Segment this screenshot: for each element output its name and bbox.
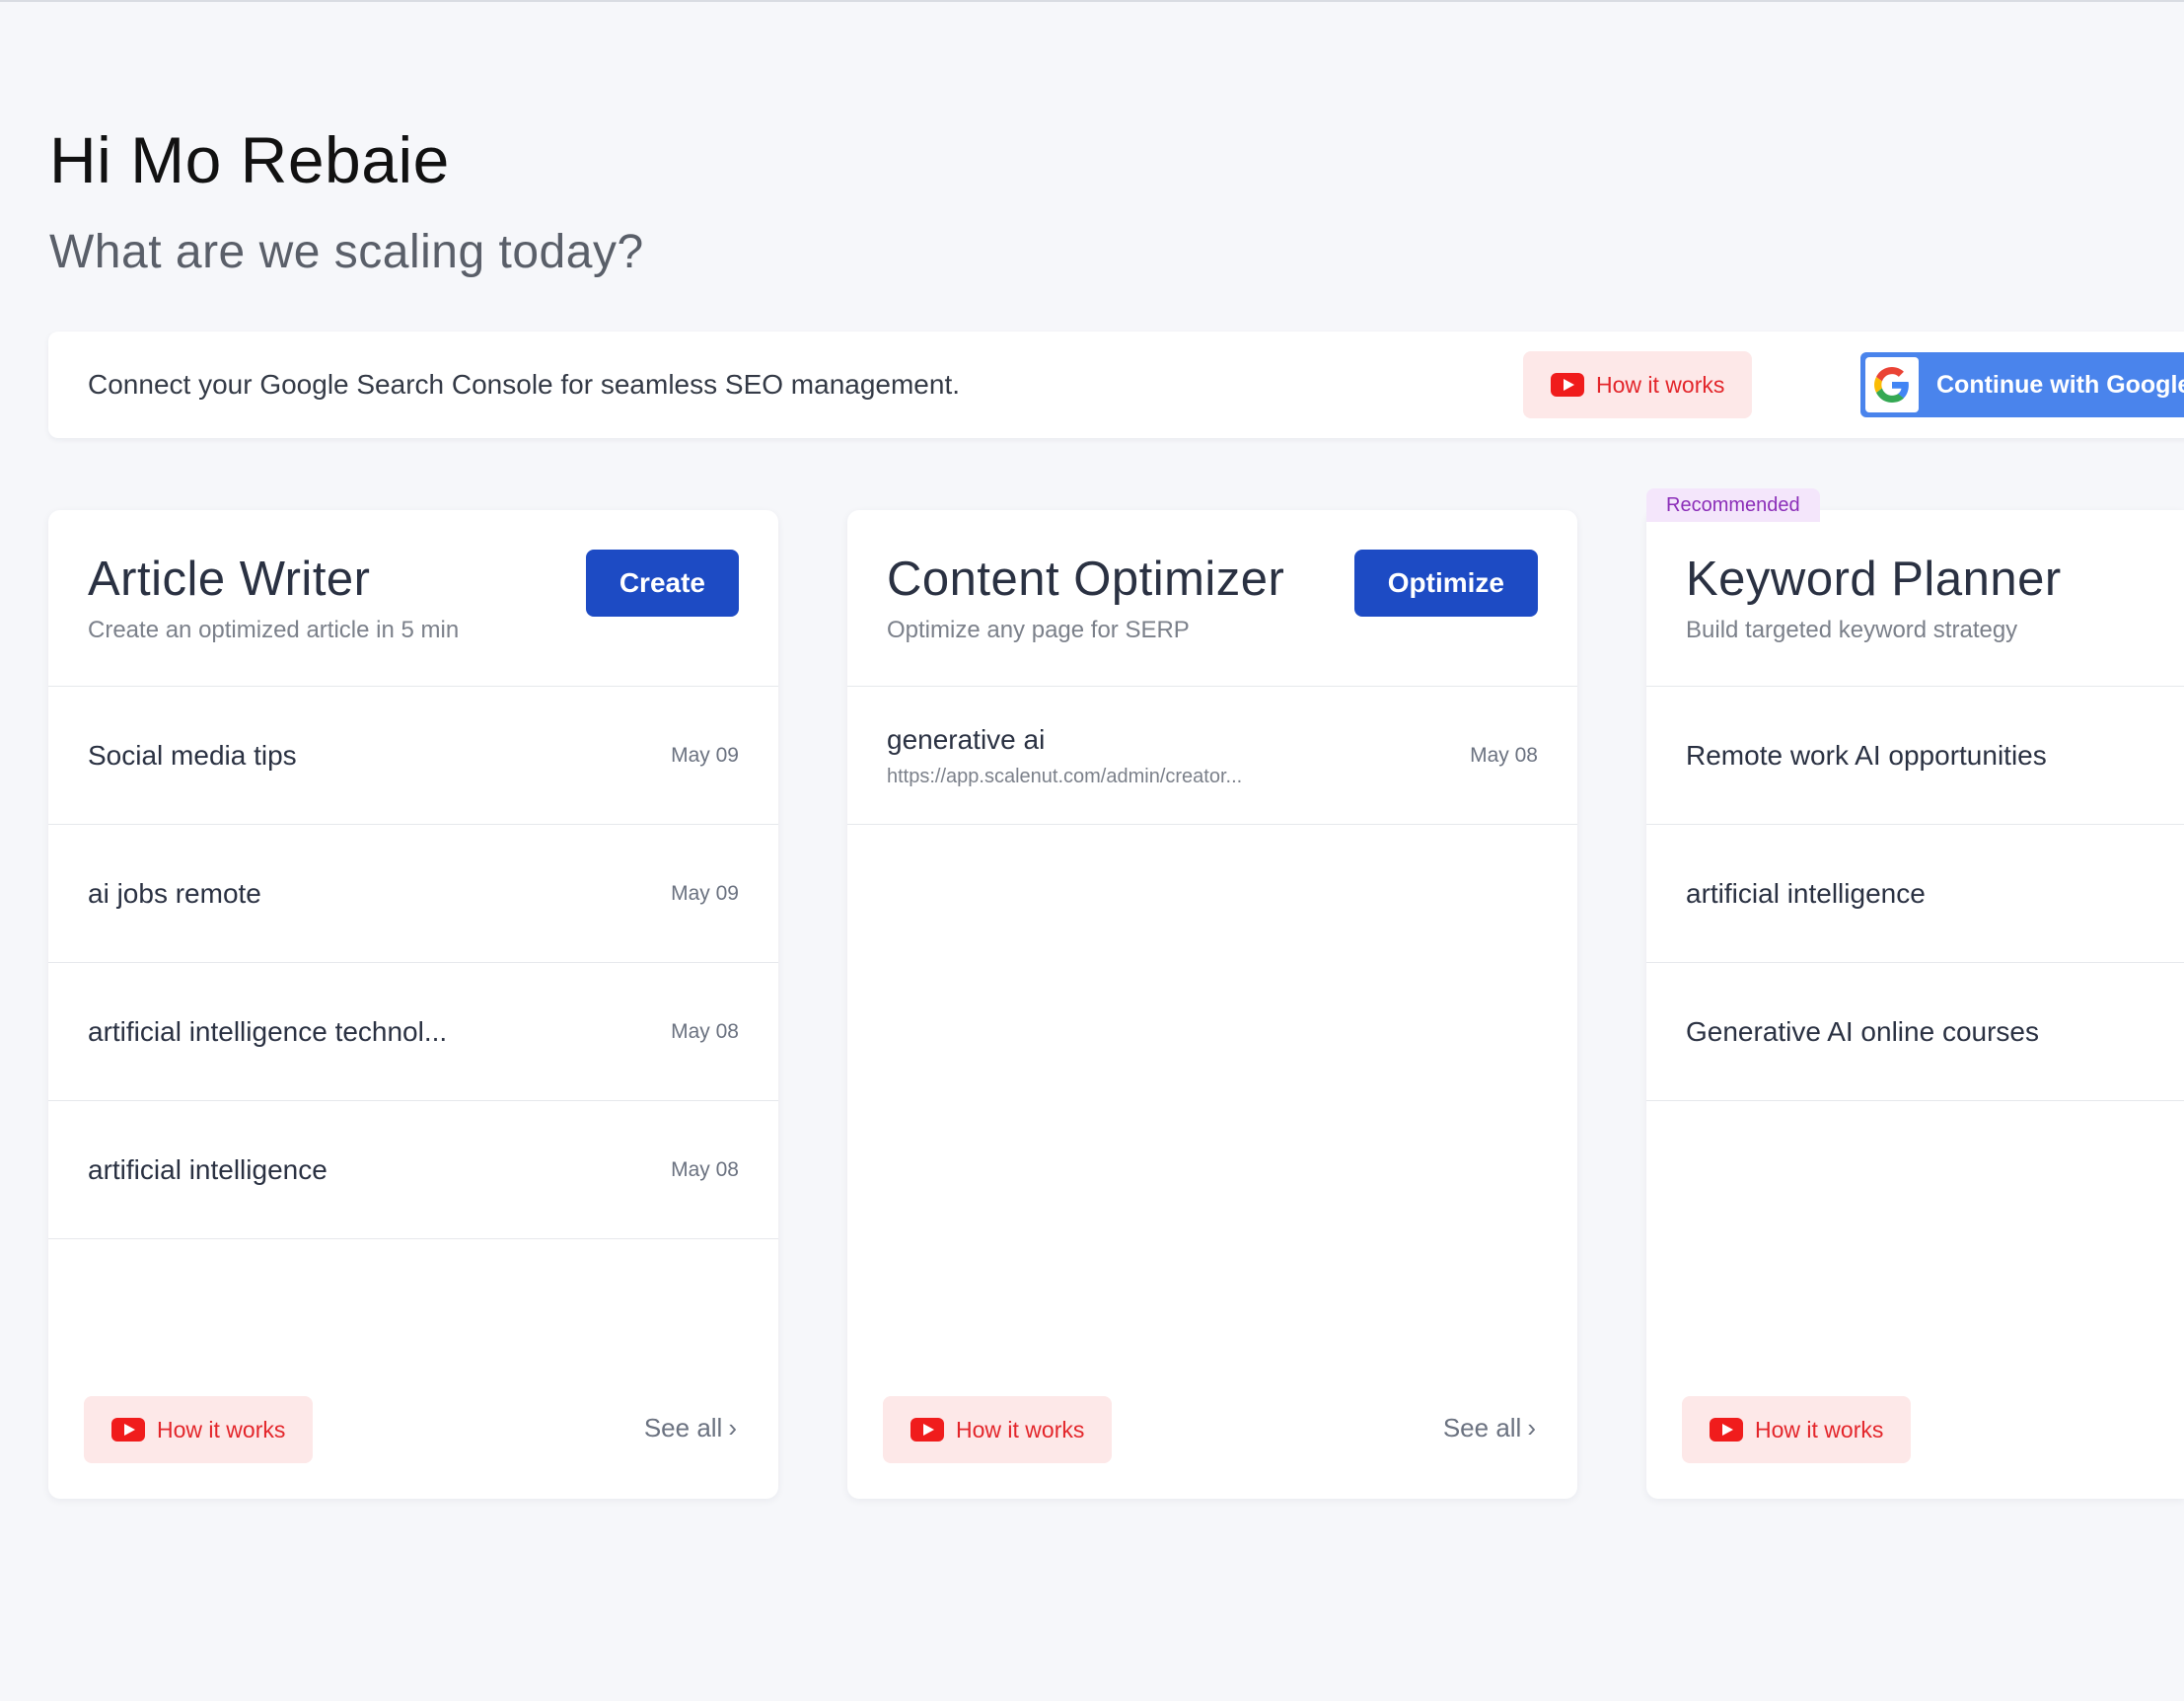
gsc-banner: Connect your Google Search Console for s… <box>48 332 2184 438</box>
item-title: Generative AI online courses <box>1686 1015 2039 1047</box>
card-description: Build targeted keyword strategy <box>1686 617 2018 643</box>
list-item[interactable]: artificial intelligence May 08 <box>48 1101 778 1239</box>
youtube-icon <box>1551 373 1584 397</box>
youtube-icon <box>1710 1418 1743 1442</box>
item-date: May 08 <box>671 1019 739 1043</box>
see-all-label: See all <box>1442 1413 1522 1442</box>
how-it-works-label: How it works <box>1755 1416 1884 1442</box>
list-item[interactable]: Social media tips May 09 <box>48 687 778 825</box>
list-item[interactable]: Generative AI online courses <box>1646 963 2184 1101</box>
item-title: Remote work AI opportunities <box>1686 739 2047 771</box>
card-title: Keyword Planner <box>1686 553 2062 606</box>
continue-with-google-label: Continue with Google <box>1936 370 2184 399</box>
item-title: generative ai <box>887 724 1046 755</box>
greeting-title: Hi Mo Rebaie <box>49 123 450 196</box>
item-title: Social media tips <box>88 739 297 771</box>
list-item[interactable]: generative ai https://app.scalenut.com/a… <box>847 687 1577 825</box>
create-button[interactable]: Create <box>585 550 739 617</box>
card-description: Optimize any page for SERP <box>887 617 1190 643</box>
card-title: Content Optimizer <box>887 553 1285 606</box>
how-it-works-label: How it works <box>1596 371 1725 398</box>
item-date: May 08 <box>671 1157 739 1181</box>
continue-with-google-button[interactable]: Continue with Google <box>1860 352 2184 417</box>
article-writer-card: Article Writer Create an optimized artic… <box>48 510 778 1499</box>
item-date: May 09 <box>671 743 739 767</box>
card-header: Keyword Planner Build targeted keyword s… <box>1646 510 2184 687</box>
chevron-right-icon: › <box>728 1413 737 1442</box>
google-icon <box>1865 357 1919 412</box>
card-title: Article Writer <box>88 553 371 606</box>
item-title: artificial intelligence <box>88 1153 328 1185</box>
see-all-label: See all <box>643 1413 723 1442</box>
how-it-works-button[interactable]: How it works <box>84 1396 314 1463</box>
item-date: May 08 <box>1470 743 1538 767</box>
how-it-works-label: How it works <box>157 1416 286 1442</box>
see-all-link[interactable]: See all › <box>644 1413 737 1443</box>
dashboard-page: Hi Mo Rebaie What are we scaling today? … <box>0 0 2184 1701</box>
card-header: Article Writer Create an optimized artic… <box>48 510 778 687</box>
item-date: May 09 <box>671 881 739 905</box>
banner-how-it-works-button[interactable]: How it works <box>1523 351 1753 418</box>
item-title: ai jobs remote <box>88 877 261 909</box>
list-item[interactable]: artificial intelligence <box>1646 825 2184 963</box>
list-item[interactable]: ai jobs remote May 09 <box>48 825 778 963</box>
youtube-icon <box>910 1418 944 1442</box>
see-all-link[interactable]: See all › <box>1443 1413 1536 1443</box>
how-it-works-button[interactable]: How it works <box>883 1396 1113 1463</box>
how-it-works-button[interactable]: How it works <box>1682 1396 1912 1463</box>
gsc-banner-text: Connect your Google Search Console for s… <box>88 369 961 400</box>
content-optimizer-card: Content Optimizer Optimize any page for … <box>847 510 1577 1499</box>
list-item[interactable]: Remote work AI opportunities <box>1646 687 2184 825</box>
how-it-works-label: How it works <box>956 1416 1085 1442</box>
card-header: Content Optimizer Optimize any page for … <box>847 510 1577 687</box>
list-item[interactable]: artificial intelligence technol... May 0… <box>48 963 778 1101</box>
card-description: Create an optimized article in 5 min <box>88 617 460 643</box>
item-url: https://app.scalenut.com/admin/creator..… <box>887 766 1243 787</box>
item-title: artificial intelligence <box>1686 877 1926 909</box>
optimize-button[interactable]: Optimize <box>1353 550 1538 617</box>
youtube-icon <box>111 1418 145 1442</box>
item-title: artificial intelligence technol... <box>88 1015 448 1047</box>
chevron-right-icon: › <box>1527 1413 1536 1442</box>
greeting-subtitle: What are we scaling today? <box>49 226 644 278</box>
keyword-planner-card: Recommended Keyword Planner Build target… <box>1646 488 2184 1499</box>
